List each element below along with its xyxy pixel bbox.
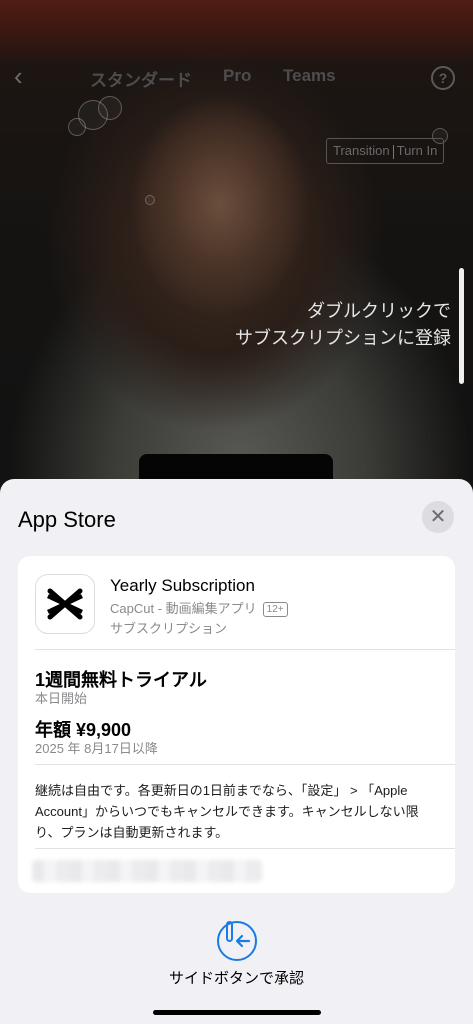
bubble xyxy=(98,96,122,120)
app-name-row: CapCut - 動画編集アプリ 12+ xyxy=(110,598,288,617)
tab-teams[interactable]: Teams xyxy=(283,66,336,86)
divider xyxy=(35,649,455,650)
divider xyxy=(35,764,455,765)
trial-start: 本日開始 xyxy=(35,691,88,706)
product-kind: サブスクリプション xyxy=(110,621,228,636)
price-start-date: 2025 年 8月17日以降 xyxy=(35,741,158,756)
top-nav: ‹ スタンダード Pro Teams ? xyxy=(0,62,473,92)
double-click-hint: ダブルクリックで サブスクリプションに登録 xyxy=(235,298,451,352)
question-circle-icon[interactable]: ? xyxy=(431,66,455,90)
bubble xyxy=(68,118,86,136)
hint-line-2: サブスクリプションに登録 xyxy=(235,328,451,348)
purchase-card: Yearly Subscription CapCut - 動画編集アプリ 12+ … xyxy=(18,556,455,893)
video-banner xyxy=(0,0,473,64)
app-store-sheet: App Store ✕ Yearly Subscription CapCut -… xyxy=(0,479,473,1024)
tab-standard[interactable]: スタンダード xyxy=(90,66,192,91)
product-name: Yearly Subscription xyxy=(110,576,255,595)
sheet-title: App Store xyxy=(18,507,116,532)
capcut-logo-icon xyxy=(47,588,83,620)
subscription-terms: 継続は自由です。各更新日の1日前までなら、「設定」 > 「Apple Accou… xyxy=(35,783,419,840)
app-name: CapCut - 動画編集アプリ xyxy=(110,601,257,616)
side-button-indicator xyxy=(459,268,464,384)
back-button[interactable]: ‹ xyxy=(14,62,38,92)
home-indicator[interactable] xyxy=(153,1010,321,1015)
age-rating-badge: 12+ xyxy=(262,602,288,617)
close-button[interactable]: ✕ xyxy=(422,501,454,533)
close-icon: ✕ xyxy=(429,506,447,528)
side-button-icon xyxy=(217,921,257,961)
side-button-confirm-label: サイドボタンで承認 xyxy=(168,970,304,987)
tab-pro[interactable]: Pro xyxy=(223,66,251,86)
bubble xyxy=(145,195,155,205)
hint-line-1: ダブルクリックで xyxy=(307,301,451,321)
divider xyxy=(35,848,455,849)
capcut-app-icon xyxy=(35,574,95,634)
effect-tag-right: Turn In xyxy=(396,143,438,158)
effect-tag-separator xyxy=(392,144,394,159)
effect-tag: Transition Turn In xyxy=(326,138,445,164)
chevron-left-icon: ‹ xyxy=(14,61,23,91)
account-info-blurred xyxy=(32,860,262,882)
effect-tag-left: Transition xyxy=(333,143,390,158)
